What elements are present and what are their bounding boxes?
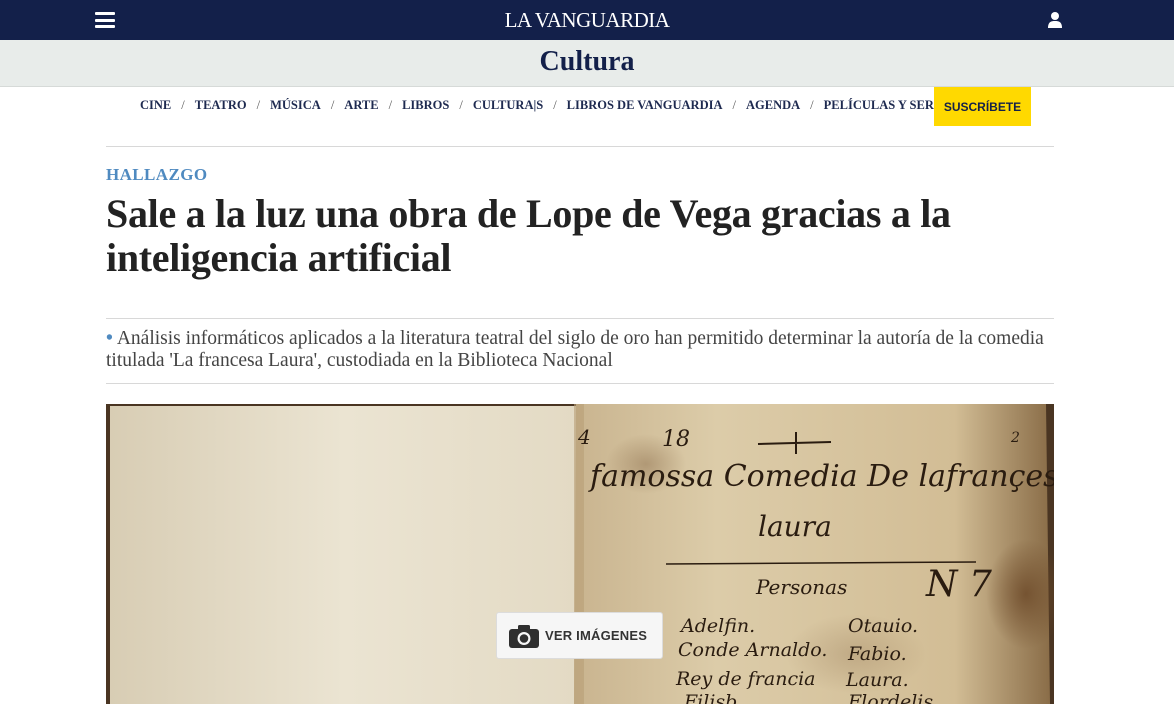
ms-number-4: 4: [577, 425, 591, 449]
nav-items: CINE / TEATRO / MÚSICA / ARTE / LIBROS / CULTURA|S…: [140, 98, 954, 113]
ms-number-18: 18: [662, 427, 690, 452]
article-summary: • Análisis informáticos aplicados a la li…: [106, 328, 1054, 372]
nav-item-cultura-s[interactable]: CULTURA|S: [473, 98, 543, 113]
article-kicker[interactable]: HALLAZGO: [106, 165, 207, 185]
ms-name-right-2: Laura.: [845, 669, 909, 691]
ms-name-right-1: Fabio.: [847, 643, 907, 665]
section-title[interactable]: Cultura: [0, 46, 1174, 78]
nav-separator: /: [256, 98, 261, 112]
nav-item-teatro[interactable]: TEATRO: [195, 98, 247, 113]
nav-separator: /: [553, 98, 557, 112]
summary-text: Análisis informáticos aplicados a la lit…: [106, 328, 1044, 371]
ms-name-left-1: Conde Arnaldo.: [678, 639, 827, 661]
view-images-label: VER IMÁGENES: [545, 628, 648, 643]
article-headline: Sale a la luz una obra de Lope de Vega g…: [106, 191, 951, 280]
subscribe-button[interactable]: SUSCRÍBETE: [934, 87, 1031, 126]
nav-item-agenda[interactable]: AGENDA: [746, 98, 800, 113]
ms-number-n7: N 7: [925, 564, 992, 605]
camera-icon: [509, 624, 539, 648]
divider: [106, 318, 1054, 319]
nav-item-libros-de-vanguardia[interactable]: LIBROS DE VANGUARDIA: [567, 98, 723, 113]
nav-separator: /: [388, 98, 393, 112]
ms-title-line2: laura: [758, 510, 832, 543]
ms-personas: Personas: [755, 575, 847, 599]
nav-separator: /: [810, 98, 814, 112]
summary-bullet: •: [106, 328, 113, 349]
nav-item-libros[interactable]: LIBROS: [402, 98, 449, 113]
nav-item-arte[interactable]: ARTE: [344, 98, 378, 113]
ms-name-right-3: Flordelis: [847, 691, 933, 704]
nav-item-cine[interactable]: CINE: [140, 98, 171, 113]
ms-name-right-0: Otauio.: [848, 615, 918, 637]
ms-name-left-2: Rey de francia: [675, 668, 816, 690]
ms-name-left-3: Filisb.: [683, 691, 743, 704]
nav-separator: /: [732, 98, 736, 112]
manuscript-image: 4 18 2 famossa Comedia De lafrançessa la…: [106, 404, 1054, 704]
top-bar: LA VANGUARDIA: [0, 0, 1174, 40]
view-images-button[interactable]: VER IMÁGENES: [496, 612, 663, 659]
nav-separator: /: [459, 98, 463, 112]
ms-title-line1: famossa Comedia De lafrançessa: [588, 459, 1054, 494]
divider: [106, 383, 1054, 384]
user-icon[interactable]: [1047, 11, 1063, 29]
divider: [106, 146, 1054, 147]
nav-separator: /: [181, 98, 185, 112]
ms-number-2: 2: [1010, 430, 1020, 446]
ms-name-left-0: Adelfin.: [679, 615, 755, 637]
site-logo[interactable]: LA VANGUARDIA: [0, 8, 1174, 33]
nav-item-música[interactable]: MÚSICA: [270, 98, 321, 113]
nav-separator: /: [330, 98, 335, 112]
manuscript-photo[interactable]: 4 18 2 famossa Comedia De lafrançessa la…: [106, 404, 1054, 704]
section-band: Cultura: [0, 40, 1174, 87]
